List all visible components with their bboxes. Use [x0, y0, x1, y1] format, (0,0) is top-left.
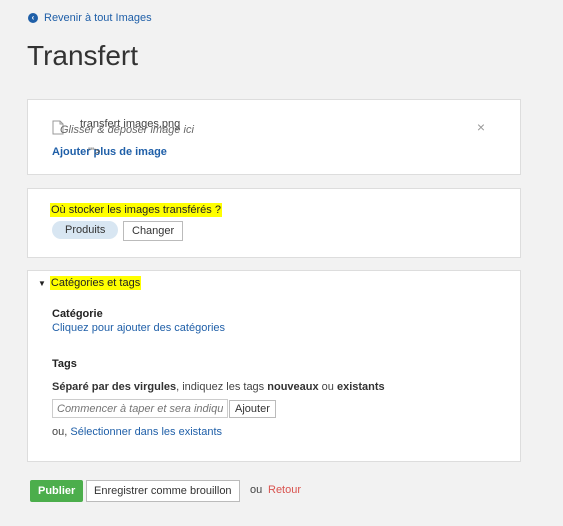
storage-selected-badge: Produits	[52, 221, 119, 239]
caret-down-icon: ▼	[38, 278, 46, 288]
upload-overlap-text: '">	[88, 146, 101, 158]
or-text: ou	[250, 484, 263, 496]
arrow-left-circle-icon: ‹	[28, 13, 38, 23]
tags-help-bold-5: existants	[336, 381, 385, 393]
categories-card: ▼ Catégories et tags Catégorie Cliquez p…	[27, 270, 521, 462]
category-label: Catégorie	[52, 308, 103, 320]
close-icon[interactable]: ×	[477, 119, 485, 135]
publish-button[interactable]: Publier	[30, 480, 84, 502]
drop-zone-hint: Glisser & déposer image ici	[60, 124, 194, 136]
change-storage-button[interactable]: Changer	[123, 221, 184, 241]
add-more-images-link[interactable]: Ajouter plus de image	[52, 146, 167, 158]
tags-input[interactable]	[52, 399, 228, 418]
tags-help-text: Séparé par des virgules, indiquez les ta…	[52, 381, 385, 393]
back-link[interactable]: Retour	[268, 484, 301, 496]
storage-question: Où stocker les images transférés ?	[50, 203, 222, 217]
save-draft-button[interactable]: Enregistrer comme brouillon	[86, 480, 240, 502]
tags-help-bold-1: Séparé par des virgules	[52, 381, 177, 393]
select-existing-tags-link[interactable]: Sélectionner dans les existants	[70, 426, 222, 438]
upload-card: transfert images.png Glisser & déposer i…	[27, 99, 521, 175]
tags-help-part-2: , indiquez les tags	[176, 381, 268, 393]
add-tag-button[interactable]: Ajouter	[229, 400, 276, 418]
storage-card: Où stocker les images transférés ? Produ…	[27, 188, 521, 258]
tags-label: Tags	[52, 358, 77, 370]
back-to-images-link[interactable]: ‹ Revenir à tout Images	[28, 12, 152, 24]
categories-toggle-label: Catégories et tags	[49, 276, 142, 290]
tags-help-bold-3: nouveaux	[267, 381, 319, 393]
tags-help-part-4: ou	[318, 381, 337, 393]
or-prefix: ou,	[52, 426, 71, 438]
add-categories-link[interactable]: Cliquez pour ajouter des catégories	[52, 322, 225, 334]
back-link-label: Revenir à tout Images	[44, 12, 152, 24]
page-title: Transfert	[27, 40, 138, 71]
select-existing-text: ou, Sélectionner dans les existants	[52, 426, 222, 438]
categories-toggle[interactable]: ▼ Catégories et tags	[38, 276, 142, 290]
